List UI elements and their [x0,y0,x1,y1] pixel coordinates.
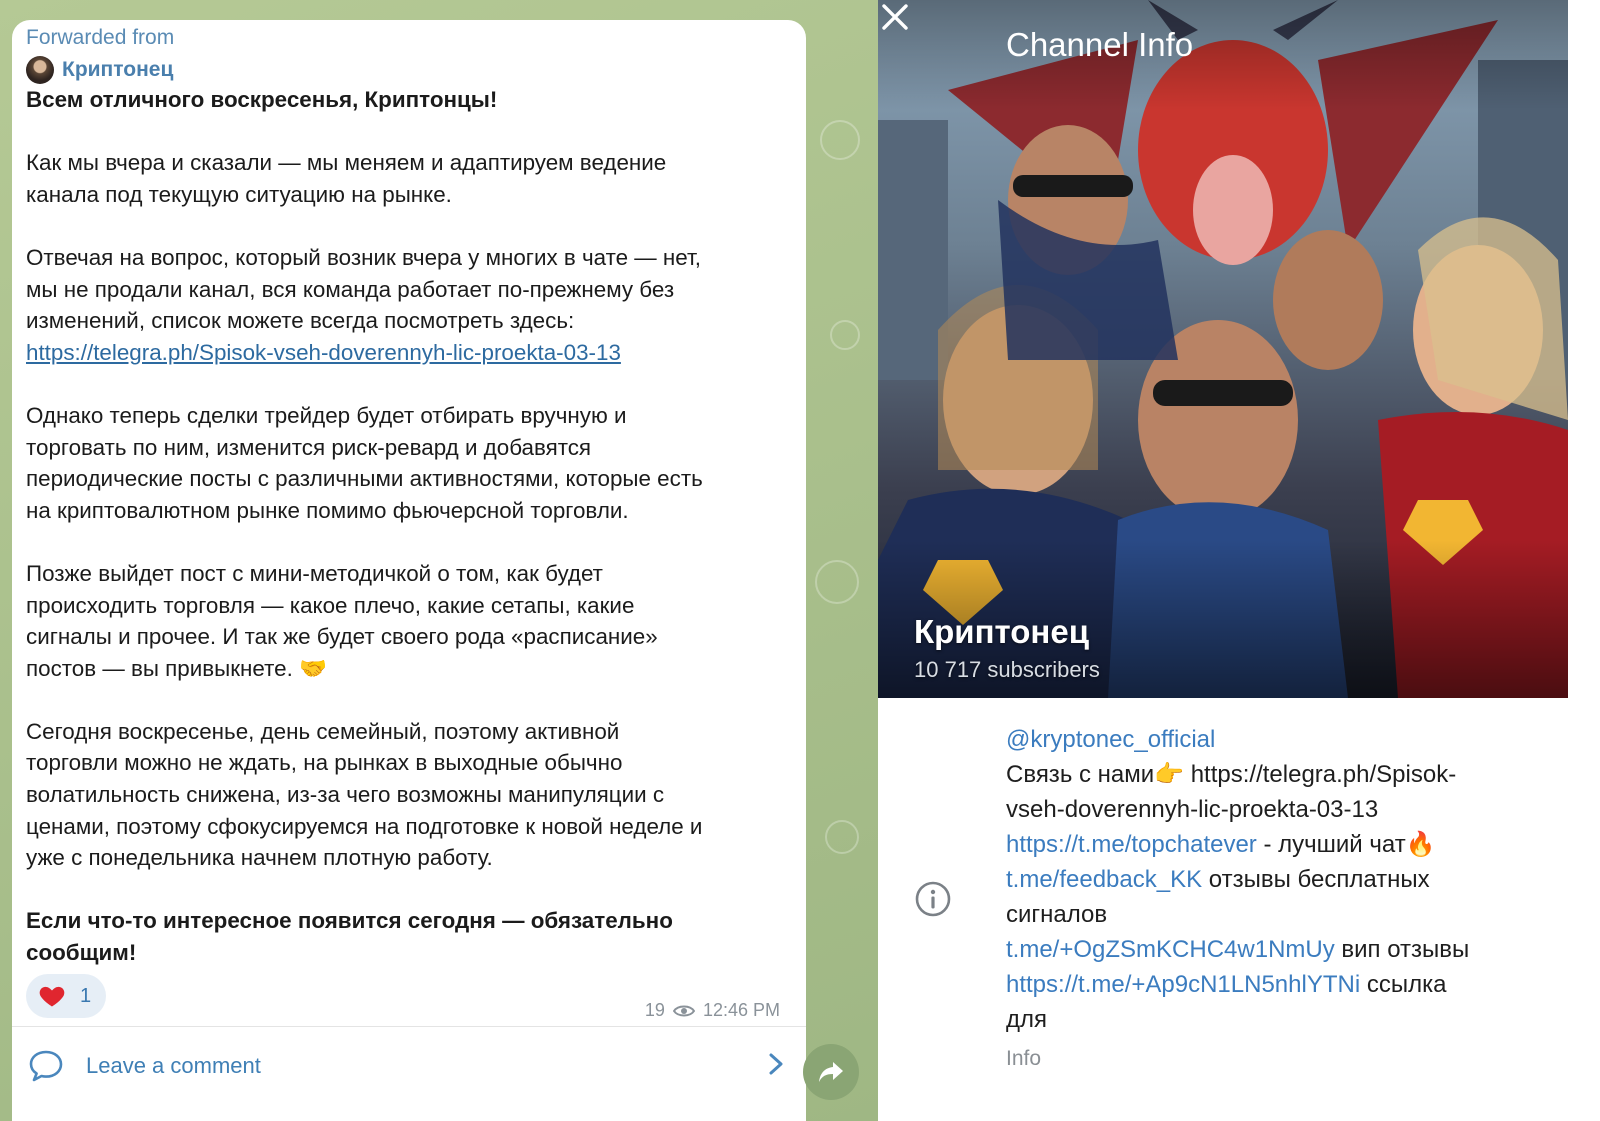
comment-label: Leave a comment [86,1053,261,1078]
message-closing: сообщим! [26,940,137,966]
comment-divider [12,1026,806,1027]
message-bubble[interactable]: Forwarded from Криптонец Всем отличного … [12,20,806,1121]
message-line: на криптовалютном рынке помимо фьючерсно… [26,497,629,523]
cover-illustration [878,0,1568,698]
message-line: Позже выйдет пост с мини-методичкой о то… [26,560,603,586]
message-line: сигналы и прочее. И так же будет своего … [26,624,658,650]
background-doodle [825,820,859,854]
message-line: уже с понедельника начнем плотную работу… [26,845,493,871]
message-line: торговли можно не ждать, на рынках в вых… [26,750,623,776]
share-icon [819,1062,843,1082]
chevron-right-icon [769,1053,783,1075]
close-icon[interactable] [878,0,912,34]
eye-icon [672,1005,695,1016]
invite-link[interactable]: https://t.me/+Ap9cN1LN5nhlYTNi [1006,971,1360,998]
source-avatar[interactable] [26,56,54,84]
comment-icon [29,1050,63,1082]
message-line: Как мы вчера и сказали — мы меняем и ада… [26,150,667,176]
info-icon [915,881,951,917]
feedback-link[interactable]: t.me/feedback_KK [1006,866,1202,893]
message-text: Всем отличного воскресенья, Криптонцы! К… [26,84,796,969]
message-line: мы не продали канал, вся команда работае… [26,276,675,302]
feedback-suffix: отзывы бесплатных [1202,866,1430,893]
info-caption: Info [1006,1047,1042,1070]
topchat-suffix: - лучший чат🔥 [1256,831,1436,858]
message-line: торговать по ним, изменится риск-ревард … [26,434,592,460]
message-line: периодические посты с различными активно… [26,466,703,492]
background-doodle [820,120,860,160]
background-doodle [830,320,860,350]
leave-comment-button[interactable]: Leave a comment [28,1044,788,1088]
message-line: канала под текущую ситуацию на рынке. [26,181,452,207]
message-line: изменений, список можете всегда посмотре… [26,308,575,334]
message-closing: Если что-то интересное появится сегодня … [26,908,673,934]
forwarded-source[interactable]: Криптонец [26,56,173,84]
background-doodle [815,560,859,604]
subscriber-count: 10 717 subscribers [914,657,1100,682]
topchat-link[interactable]: https://t.me/topchatever [1006,831,1257,858]
view-count: 19 [644,1000,665,1020]
description-line: сигналов [1006,901,1108,928]
message-line: постов — вы привыкнете. 🤝 [26,655,327,681]
channel-username-link[interactable]: @kryptonec_official [1006,726,1215,753]
vip-reviews-link[interactable]: t.me/+OgZSmKCHC4w1NmUy [1006,936,1335,963]
description-line: Связь с нами👉 https://telegra.ph/Spisok- [1006,761,1457,788]
message-line: волатильность снижена, из-за чего возмож… [26,782,665,808]
message-line: Сегодня воскресенье, день семейный, поэт… [26,718,620,744]
chat-background: Forwarded from Криптонец Всем отличного … [0,0,878,1121]
share-button[interactable] [803,1044,859,1100]
message-meta: 19 12:46 PM [645,1000,780,1021]
reaction-count: 1 [80,984,92,1007]
channel-info-panel: Channel Info Криптонец 10 717 subscriber… [878,0,1600,1121]
vip-reviews-suffix: вип отзывы [1334,936,1470,963]
heart-reaction[interactable]: 1 [26,974,106,1018]
description-line: для [1006,1006,1048,1033]
message-line: происходить торговля — какое плечо, каки… [26,592,635,618]
source-name[interactable]: Криптонец [62,58,173,82]
message-greeting: Всем отличного воскресенья, Криптонцы! [26,87,498,112]
channel-cover-image: Channel Info Криптонец 10 717 subscriber… [878,0,1568,698]
panel-title: Channel Info [1006,26,1194,63]
description-line: vseh-doverennyh-lic-proekta-03-13 [1006,796,1379,823]
message-line: ценами, поэтому сфокусируемся на подгото… [26,813,703,839]
telegraph-link[interactable]: https://telegra.ph/Spisok-vseh-doverenny… [26,340,621,365]
forwarded-label: Forwarded from [26,26,175,49]
invite-suffix: ссылка [1360,971,1447,998]
message-line: Отвечая на вопрос, который возник вчера … [26,244,701,270]
message-line: Однако теперь сделки трейдер будет отбир… [26,402,627,428]
channel-description: @kryptonec_official Связь с нами👉 https:… [1006,722,1576,1076]
heart-icon [39,986,65,1007]
channel-name: Криптонец [914,613,1089,650]
message-time: 12:46 PM [702,1000,780,1020]
